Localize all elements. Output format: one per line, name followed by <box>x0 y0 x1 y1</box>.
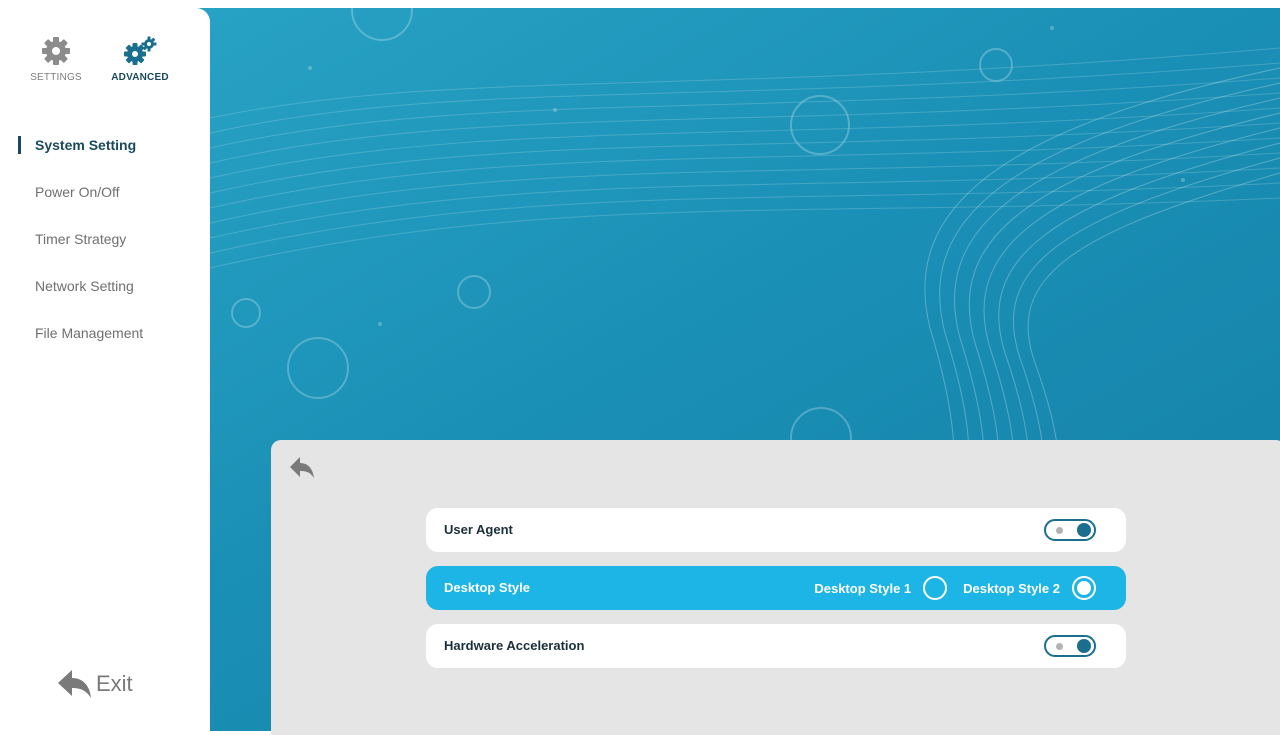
row-label: Desktop Style <box>444 580 530 595</box>
radio-option-desktop-style-2[interactable]: Desktop Style 2 <box>963 576 1096 600</box>
radio-button-selected[interactable] <box>1072 576 1096 600</box>
sidebar: SETTINGS ADVANCED System Setting Power O… <box>0 8 210 731</box>
toggle-track-dot <box>1056 643 1063 650</box>
row-user-agent: User Agent <box>426 508 1126 552</box>
exit-button[interactable]: Exit <box>56 668 133 700</box>
radio-option-desktop-style-1[interactable]: Desktop Style 1 <box>814 576 948 600</box>
radio-button[interactable] <box>923 576 948 600</box>
hardware-acceleration-toggle[interactable] <box>1044 635 1096 657</box>
sidebar-item-network-setting[interactable]: Network Setting <box>0 272 210 319</box>
toggle-track-dot <box>1056 527 1063 534</box>
toggle-knob <box>1077 523 1091 537</box>
toggle-knob <box>1077 639 1091 653</box>
row-label: User Agent <box>444 522 513 537</box>
user-agent-toggle[interactable] <box>1044 519 1096 541</box>
exit-label: Exit <box>96 671 133 696</box>
tab-advanced-label: ADVANCED <box>111 72 169 83</box>
back-button[interactable] <box>289 456 315 485</box>
sidebar-item-timer-strategy[interactable]: Timer Strategy <box>0 225 210 272</box>
sidebar-item-power-on-off[interactable]: Power On/Off <box>0 178 210 225</box>
gears-icon <box>124 36 157 65</box>
back-arrow-icon <box>58 670 91 698</box>
sidebar-item-system-setting[interactable]: System Setting <box>0 131 210 178</box>
radio-label: Desktop Style 1 <box>814 580 912 596</box>
row-label: Hardware Acceleration <box>444 638 585 653</box>
sidebar-menu: System Setting Power On/Off Timer Strate… <box>0 131 210 366</box>
radio-label: Desktop Style 2 <box>963 580 1060 596</box>
screen: SETTINGS ADVANCED System Setting Power O… <box>0 0 1280 735</box>
back-arrow-icon <box>290 457 314 478</box>
settings-panel: User Agent Desktop Style Desktop Style 1… <box>271 440 1280 735</box>
gear-icon <box>42 37 70 65</box>
sidebar-item-file-management[interactable]: File Management <box>0 319 210 366</box>
tab-settings[interactable]: SETTINGS <box>22 36 90 83</box>
row-desktop-style: Desktop Style Desktop Style 1 Desktop St… <box>426 566 1126 610</box>
desktop-style-radio-group: Desktop Style 1 Desktop Style 2 <box>814 566 1096 610</box>
row-hardware-acceleration: Hardware Acceleration <box>426 624 1126 668</box>
tab-advanced[interactable]: ADVANCED <box>100 36 180 83</box>
tab-settings-label: SETTINGS <box>30 72 82 83</box>
